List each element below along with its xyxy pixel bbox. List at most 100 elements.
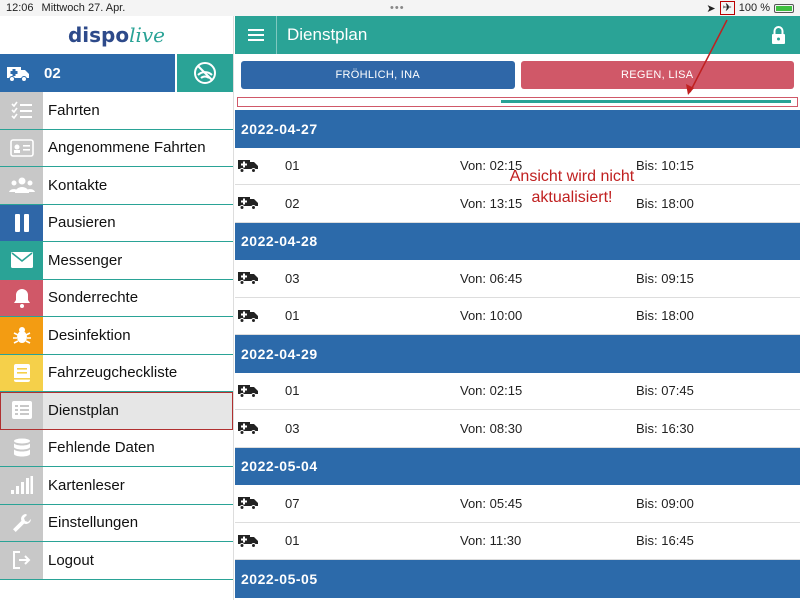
ambulance-icon [238, 271, 258, 288]
sidebar-menu: Fahrten Angenommene Fahrten Kontakte Pau… [0, 92, 233, 580]
id-card-icon [0, 129, 43, 166]
sidebar-item-label: Logout [48, 551, 94, 569]
sidebar-item-fahrzeugchecklist-[interactable]: Fahrzeugchecklistе [0, 354, 233, 392]
signal-off-button[interactable] [175, 54, 233, 92]
multitask-dots-icon[interactable]: ••• [390, 2, 405, 14]
sidebar-item-label: Kontakte [48, 176, 108, 194]
logout-icon [0, 542, 43, 579]
shift-end: Bis: 16:45 [636, 533, 694, 549]
ambulance-icon [238, 309, 258, 326]
shift-row[interactable]: 01 Von: 11:30 Bis: 16:45 [235, 523, 800, 560]
sidebar-item-label: Pausieren [48, 214, 116, 232]
app-logo: dispo live [67, 23, 166, 47]
date-header: 2022-05-04 [235, 447, 800, 485]
database-icon [0, 429, 43, 466]
page-title: Dienstplan [287, 25, 368, 44]
bell-icon [0, 279, 43, 316]
sidebar-item-desinfektion[interactable]: Desinfektion [0, 317, 233, 355]
pause-icon [0, 204, 43, 241]
sidebar-item-label: Angenommene Fahrten [48, 139, 206, 157]
person-tab-regen[interactable]: REGEN, LISA [520, 61, 794, 89]
shift-start: Von: 06:45 [460, 270, 523, 286]
signal-bars-icon [0, 467, 43, 504]
shift-end: Bis: 09:15 [636, 270, 694, 286]
shift-vehicle: 01 [285, 383, 300, 399]
date-header: 2022-04-29 [235, 335, 800, 373]
status-bar: 12:06 Mittwoch 27. Apr. ••• ➤ ✈ 100 % [0, 0, 800, 16]
sidebar-item-messenger[interactable]: Messenger [0, 242, 233, 280]
person-tab-froehlich[interactable]: FRÖHLICH, INA [241, 61, 515, 89]
sidebar-item-fehlende-daten[interactable]: Fehlende Daten [0, 429, 233, 467]
person-tabs: FRÖHLICH, INA REGEN, LISA [235, 54, 800, 94]
sidebar-item-label: Desinfektion [48, 326, 131, 344]
shift-row[interactable]: 03 Von: 06:45 Bis: 09:15 [235, 260, 800, 298]
app-header: Dienstplan [235, 16, 800, 54]
shift-end: Bis: 18:00 [636, 308, 694, 324]
date-header: 2022-04-28 [235, 222, 800, 260]
shift-end: Bis: 09:00 [636, 495, 694, 511]
ambulance-icon [238, 159, 258, 176]
location-arrow-icon: ➤ [706, 2, 716, 15]
sidebar-item-label: Kartenleser [48, 476, 125, 494]
sidebar-item-label: Messenger [48, 251, 123, 269]
shift-end: Bis: 18:00 [636, 195, 694, 211]
hamburger-menu-icon[interactable] [235, 16, 277, 54]
shift-end: Bis: 16:30 [636, 420, 694, 436]
shift-vehicle: 02 [285, 195, 300, 211]
shift-row[interactable]: 01 Von: 02:15 Bis: 07:45 [235, 373, 800, 410]
shift-vehicle: 03 [285, 270, 300, 286]
battery-percent: 100 % [738, 2, 770, 14]
vehicle-bar[interactable]: 02 [0, 54, 233, 92]
ambulance-icon [238, 196, 258, 213]
shift-start: Von: 02:15 [460, 383, 523, 399]
envelope-icon [0, 242, 43, 279]
lock-icon[interactable] [771, 26, 786, 47]
sidebar-item-label: Einstellungen [48, 514, 139, 532]
sidebar-item-fahrten[interactable]: Fahrten [0, 92, 233, 130]
ambulance-icon [0, 54, 36, 92]
sidebar-item-einstellungen[interactable]: Einstellungen [0, 504, 233, 542]
date-header: 2022-05-05 [235, 560, 800, 598]
sidebar-item-pausieren[interactable]: Pausieren [0, 204, 233, 242]
annotation-note: Ansicht wird nicht aktualisiert! [509, 168, 635, 206]
sidebar-item-kontakte[interactable]: Kontakte [0, 167, 233, 205]
shift-start: Von: 05:45 [460, 495, 523, 511]
ambulance-icon [238, 421, 258, 438]
sidebar-item-angenommene-fahrten[interactable]: Angenommene Fahrten [0, 129, 233, 167]
airplane-mode-icon: ✈ [719, 1, 735, 15]
no-signal-icon [194, 62, 216, 84]
checklist-icon [0, 92, 43, 129]
sidebar-item-label: Sonderrechte [48, 289, 139, 307]
ambulance-icon [238, 384, 258, 401]
shift-row[interactable]: 07 Von: 05:45 Bis: 09:00 [235, 485, 800, 523]
shift-end: Bis: 07:45 [636, 383, 694, 399]
sidebar-item-sonderrechte[interactable]: Sonderrechte [0, 279, 233, 317]
loading-progress [237, 97, 798, 107]
shift-vehicle: 03 [285, 420, 300, 436]
shift-vehicle: 01 [285, 533, 300, 549]
sidebar-item-label: Fehlende Daten [48, 439, 155, 457]
battery-icon [774, 3, 794, 13]
people-icon [0, 167, 43, 204]
main-content: Dienstplan FRÖHLICH, INA REGEN, LISA 202… [235, 16, 800, 600]
shift-row[interactable]: 01 Von: 10:00 Bis: 18:00 [235, 298, 800, 335]
vehicle-number: 02 [44, 64, 61, 82]
sidebar-item-label: Fahrten [48, 101, 100, 119]
status-time: 12:06 [6, 2, 34, 14]
list-icon [0, 392, 43, 429]
sidebar-item-dienstplan[interactable]: Dienstplan [0, 392, 233, 430]
shift-start: Von: 08:30 [460, 420, 523, 436]
shift-start: Von: 11:30 [460, 533, 522, 549]
shift-row[interactable]: 03 Von: 08:30 Bis: 16:30 [235, 410, 800, 448]
bug-icon [0, 317, 43, 354]
sidebar-item-logout[interactable]: Logout [0, 542, 233, 580]
shift-start: Von: 10:00 [460, 308, 523, 324]
date-header: 2022-04-27 [235, 110, 800, 148]
ambulance-icon [238, 534, 258, 551]
ambulance-icon [238, 496, 258, 513]
book-icon [0, 354, 43, 391]
sidebar-item-label: Dienstplan [48, 401, 119, 419]
progress-fill [500, 100, 792, 103]
sidebar-item-kartenleser[interactable]: Kartenleser [0, 467, 233, 505]
wrench-icon [0, 504, 43, 541]
